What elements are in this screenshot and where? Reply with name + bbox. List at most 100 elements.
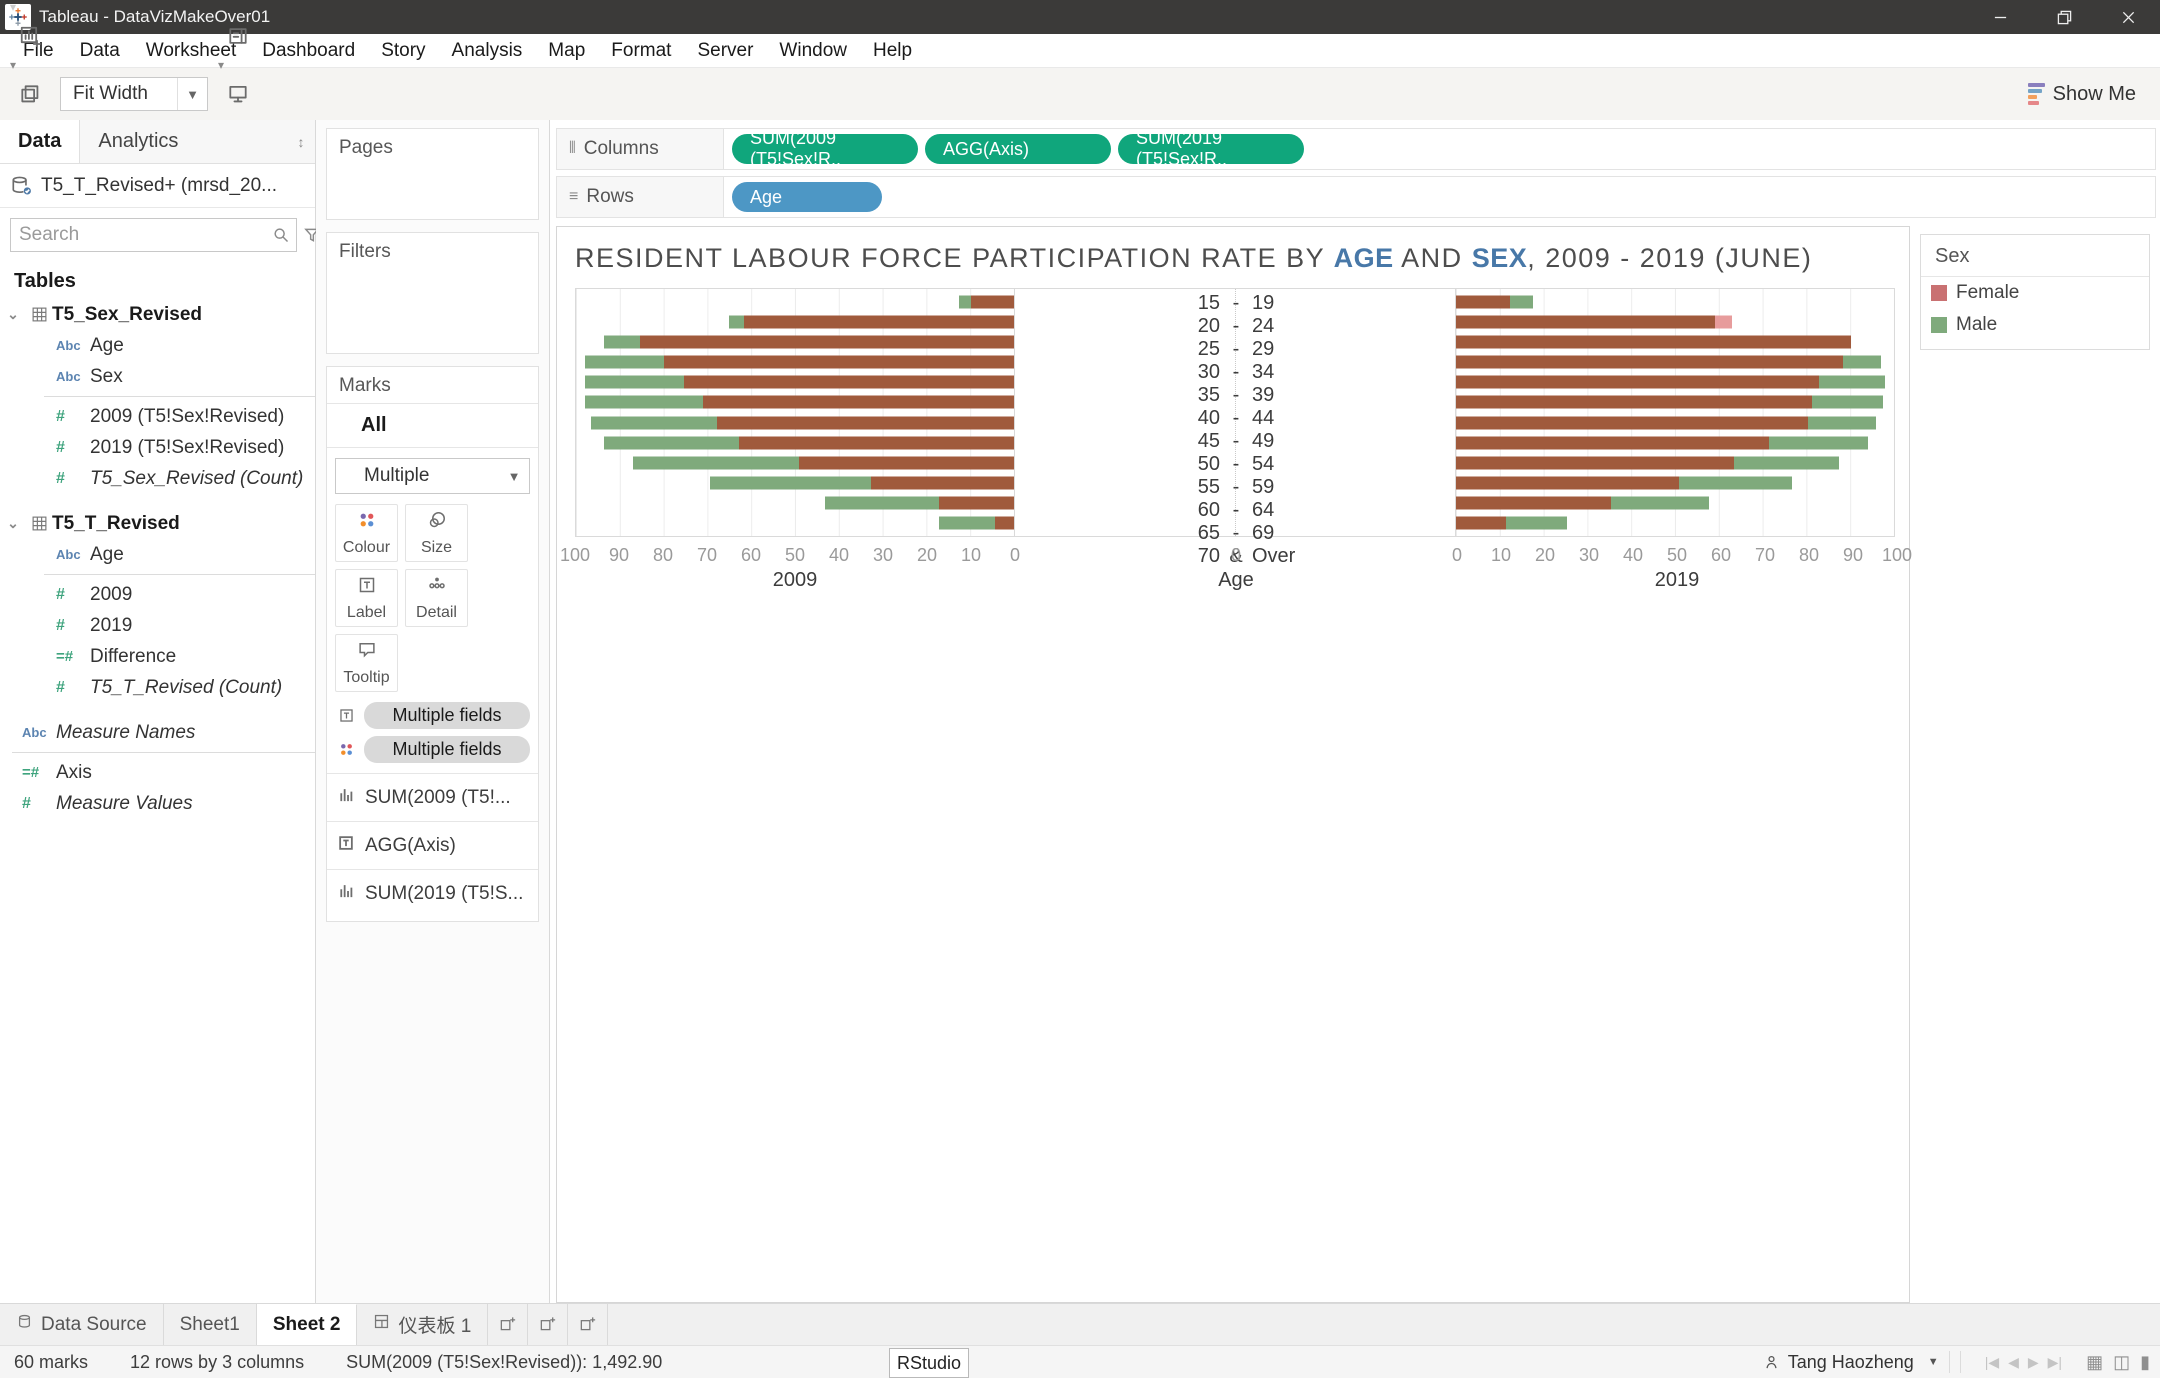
bar-segment-overlap[interactable] [939, 496, 1014, 509]
bar-segment-overlap[interactable] [744, 316, 1014, 329]
bar-segment[interactable] [1715, 316, 1732, 329]
menu-help[interactable]: Help [860, 34, 925, 67]
bar-segment[interactable] [1843, 356, 1881, 369]
search-box[interactable] [10, 218, 297, 252]
bar-segment[interactable] [585, 356, 664, 369]
bar-segment-overlap[interactable] [739, 436, 1015, 449]
datasource-item[interactable]: T5_T_Revised+ (mrsd_20... [0, 164, 315, 208]
bar-segment-overlap[interactable] [717, 416, 1014, 429]
menu-map[interactable]: Map [535, 34, 598, 67]
legend-entry-female[interactable]: Female [1921, 277, 2149, 309]
menu-story[interactable]: Story [368, 34, 438, 67]
pane-flip-icon[interactable]: ↕ [287, 120, 315, 163]
show-hide-cards-icon[interactable] [218, 16, 258, 56]
field-item[interactable]: AbcMeasure Names [0, 717, 315, 748]
tab-data-source[interactable]: Data Source [0, 1304, 164, 1345]
bar-segment[interactable] [1819, 376, 1886, 389]
menu-server[interactable]: Server [684, 34, 766, 67]
pages-shelf[interactable]: Pages [326, 128, 539, 220]
duplicate-icon[interactable] [10, 74, 50, 114]
field-item[interactable]: #2009 (T5!Sex!Revised) [0, 401, 315, 432]
tab-data[interactable]: Data [0, 120, 79, 163]
field-item[interactable]: AbcSex [0, 361, 315, 392]
menu-window[interactable]: Window [766, 34, 860, 67]
size-button[interactable]: Size [405, 504, 468, 562]
minimize-button[interactable] [1968, 0, 2032, 34]
shelf-pill[interactable]: AGG(Axis) [925, 134, 1111, 164]
bar-segment[interactable] [1510, 296, 1532, 309]
field-item[interactable]: #T5_T_Revised (Count) [0, 672, 315, 703]
bar-segment-overlap[interactable] [871, 476, 1014, 489]
field-item[interactable]: #T5_Sex_Revised (Count) [0, 463, 315, 494]
bar-segment[interactable] [1808, 416, 1876, 429]
colour-button[interactable]: Colour [335, 504, 398, 562]
bar-segment[interactable] [1611, 496, 1708, 509]
bar-segment-overlap[interactable] [1456, 396, 1812, 409]
first-page-icon[interactable]: |◀ [1985, 1354, 1999, 1371]
bar-segment-overlap[interactable] [1456, 336, 1851, 349]
bar-segment[interactable] [959, 296, 971, 309]
chevron-down-icon[interactable]: ⌄ [0, 306, 26, 323]
close-button[interactable] [2096, 0, 2160, 34]
restore-button[interactable] [2032, 0, 2096, 34]
prev-page-icon[interactable]: ◀ [2008, 1354, 2019, 1371]
field-item[interactable]: #2009 [0, 579, 315, 610]
field-item[interactable]: =#Axis [0, 757, 315, 788]
search-input[interactable] [11, 224, 272, 246]
bar-segment-overlap[interactable] [640, 336, 1014, 349]
bar-segment-overlap[interactable] [664, 356, 1014, 369]
field-item[interactable]: =#Difference [0, 641, 315, 672]
new-story-tab-icon[interactable] [568, 1304, 608, 1345]
bar-segment[interactable] [604, 436, 738, 449]
bar-segment[interactable] [591, 416, 717, 429]
chevron-down-icon[interactable]: ⌄ [0, 515, 26, 532]
tooltip-button[interactable]: Tooltip [335, 634, 398, 692]
show-tabs-icon[interactable]: ◫ [2113, 1352, 2130, 1373]
new-worksheet-tab-icon[interactable] [488, 1304, 528, 1345]
chevron-down-icon[interactable]: ▾ [10, 58, 16, 72]
tab-sheet2[interactable]: Sheet 2 [257, 1304, 358, 1345]
fit-selector[interactable]: Fit Width ▼ [60, 77, 208, 111]
bar-segment[interactable] [604, 336, 640, 349]
detail-button[interactable]: Detail [405, 569, 468, 627]
bar-segment[interactable] [585, 376, 684, 389]
bar-segment[interactable] [939, 516, 995, 529]
bar-segment[interactable] [1734, 456, 1840, 469]
measure-mark-card[interactable]: SUM(2019 (T5!S... [327, 869, 538, 917]
tab-dashboard1[interactable]: 仪表板 1 [357, 1304, 488, 1345]
tab-analytics[interactable]: Analytics [79, 120, 287, 163]
last-page-icon[interactable]: ▶| [2048, 1354, 2062, 1371]
table-item[interactable]: ⌄T5_T_Revised [0, 508, 315, 539]
user-menu[interactable]: Tang Haozheng ▼ [1763, 1352, 1939, 1373]
mark-type-dropdown[interactable]: Multiple ▼ [335, 458, 530, 494]
bar-segment[interactable] [1812, 396, 1883, 409]
bar-segment-overlap[interactable] [1456, 356, 1843, 369]
shelf-pill[interactable]: SUM(2009 (T5!Sex!R.. [732, 134, 918, 164]
columns-shelf[interactable]: ⫴ Columns SUM(2009 (T5!Sex!R..AGG(Axis)S… [556, 128, 2156, 170]
menu-data[interactable]: Data [67, 34, 133, 67]
legend-entry-male[interactable]: Male [1921, 309, 2149, 341]
bar-segment[interactable] [1679, 476, 1792, 489]
show-me-button[interactable]: Show Me [2028, 83, 2150, 106]
bar-segment-overlap[interactable] [1456, 476, 1679, 489]
tab-sheet1[interactable]: Sheet1 [164, 1304, 257, 1345]
bar-segment[interactable] [1506, 516, 1567, 529]
bar-segment[interactable] [825, 496, 939, 509]
field-item[interactable]: #2019 [0, 610, 315, 641]
chevron-down-icon[interactable]: ▾ [10, 0, 16, 14]
bar-segment[interactable] [633, 456, 798, 469]
shelf-pill[interactable]: Age [732, 182, 882, 212]
measure-mark-card[interactable]: AGG(Axis) [327, 821, 538, 869]
bar-segment[interactable] [710, 476, 871, 489]
bar-segment-overlap[interactable] [799, 456, 1014, 469]
bar-segment-overlap[interactable] [1456, 376, 1819, 389]
bar-segment[interactable] [585, 396, 702, 409]
chevron-down-icon[interactable]: ▾ [218, 58, 224, 72]
menu-dashboard[interactable]: Dashboard [249, 34, 368, 67]
rows-shelf[interactable]: ≡ Rows Age [556, 176, 2156, 218]
measure-mark-card[interactable]: SUM(2009 (T5!... [327, 773, 538, 821]
field-item[interactable]: AbcAge [0, 539, 315, 570]
table-item[interactable]: ⌄T5_Sex_Revised [0, 299, 315, 330]
bar-segment-overlap[interactable] [1456, 416, 1808, 429]
filters-shelf[interactable]: Filters [326, 232, 539, 354]
